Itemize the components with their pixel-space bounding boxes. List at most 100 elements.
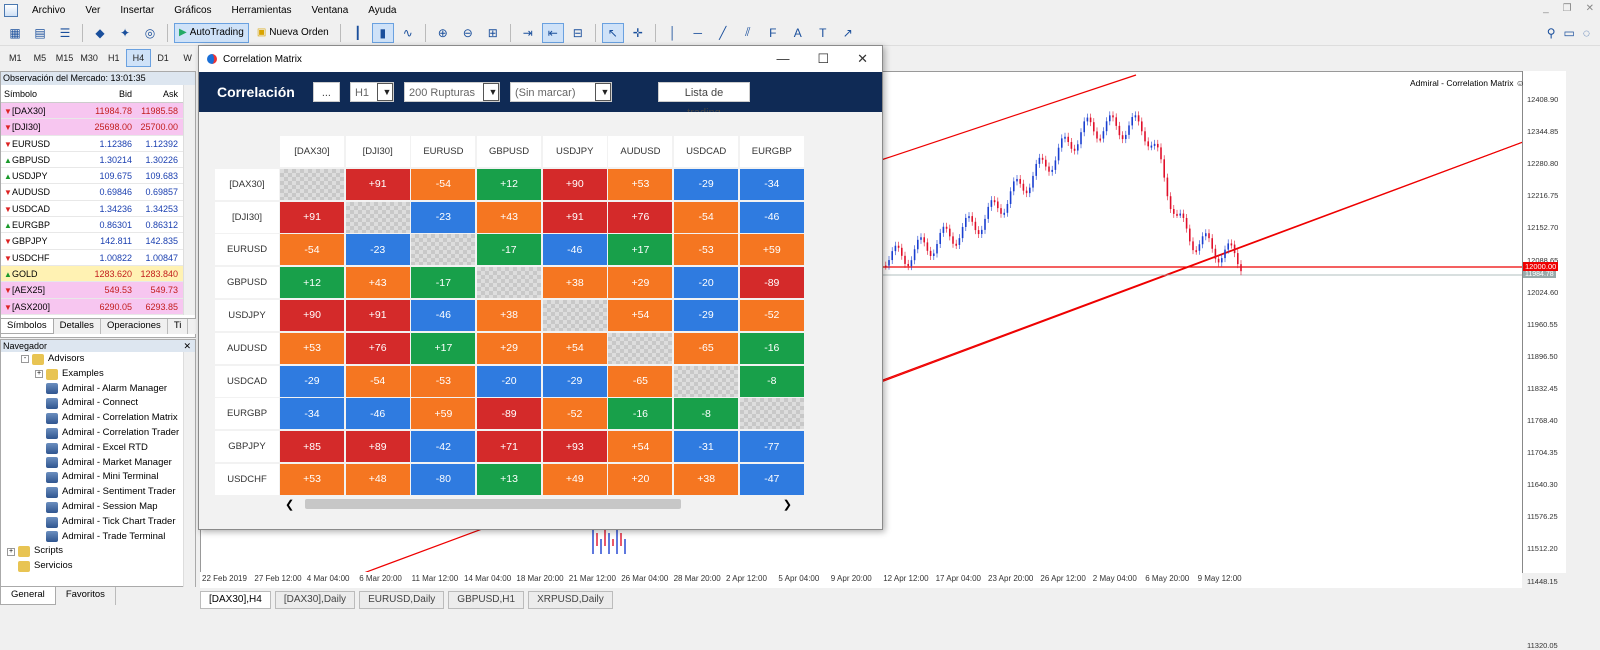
more-options-button[interactable]: ... bbox=[312, 82, 340, 102]
market-watch-row[interactable]: ▼EURUSD 1.12386 1.12392 bbox=[1, 136, 195, 152]
correlation-cell[interactable]: -29 bbox=[674, 168, 739, 200]
correlation-cell[interactable]: -29 bbox=[674, 299, 739, 331]
correlation-cell[interactable]: +91 bbox=[345, 299, 410, 331]
market-watch-row[interactable]: ▲GOLD 1283.620 1283.840 bbox=[1, 265, 195, 283]
market-watch-row[interactable]: ▼USDCHF 1.00822 1.00847 bbox=[1, 250, 195, 266]
correlation-cell[interactable]: +54 bbox=[608, 431, 673, 463]
tab-1[interactable]: Detalles bbox=[54, 319, 101, 334]
correlation-cell[interactable]: -54 bbox=[280, 234, 344, 266]
community-icon[interactable]: ◌ bbox=[1583, 26, 1590, 40]
timeframe-m30[interactable]: M30 bbox=[77, 49, 102, 67]
correlation-cell[interactable]: +91 bbox=[542, 201, 607, 233]
timeframe-m15[interactable]: M15 bbox=[52, 49, 77, 67]
autotrading-button[interactable]: ▶ AutoTrading bbox=[174, 22, 249, 43]
correlation-cell[interactable]: +38 bbox=[542, 267, 607, 299]
correlation-cell[interactable]: -20 bbox=[477, 365, 542, 397]
correlation-cell[interactable]: -52 bbox=[542, 398, 607, 430]
correlation-cell[interactable]: +91 bbox=[345, 168, 410, 200]
correlation-cell[interactable]: +13 bbox=[477, 463, 542, 495]
market-watch-row[interactable]: ▼AUDUSD 0.69846 0.69857 bbox=[1, 184, 195, 201]
text-icon[interactable]: A bbox=[787, 23, 809, 43]
correlation-cell[interactable]: -65 bbox=[608, 365, 673, 397]
correlation-cell[interactable]: +53 bbox=[280, 463, 344, 495]
new-order-button[interactable]: ▣ Nueva Orden bbox=[252, 23, 334, 43]
correlation-cell[interactable]: -53 bbox=[674, 234, 739, 266]
correlation-cell[interactable]: -54 bbox=[674, 201, 739, 233]
correlation-cell[interactable]: +76 bbox=[608, 201, 673, 233]
candlestick-icon[interactable]: ▮ bbox=[371, 22, 394, 43]
market-watch-row[interactable]: ▲EURGBP 0.86301 0.86312 bbox=[1, 217, 195, 234]
tab-0[interactable]: General bbox=[0, 587, 56, 605]
navigator-item[interactable]: Admiral - Sentiment Trader bbox=[1, 485, 195, 500]
menu-item-0[interactable]: Archivo bbox=[22, 5, 75, 16]
chart-shift-icon[interactable]: ⇤ bbox=[541, 22, 564, 43]
correlation-cell[interactable]: -89 bbox=[477, 398, 542, 430]
fibonacci-icon[interactable]: F bbox=[762, 23, 784, 43]
ask-column-header[interactable]: Ask bbox=[135, 85, 181, 102]
tab-3[interactable]: Ti bbox=[168, 319, 189, 334]
minimize-icon[interactable]: _ bbox=[1543, 3, 1549, 14]
correlation-cell[interactable]: +76 bbox=[345, 332, 410, 364]
trading-list-button[interactable]: Lista de trading bbox=[657, 82, 750, 119]
timeframe-d1[interactable]: D1 bbox=[151, 49, 176, 67]
correlation-cell[interactable]: +29 bbox=[608, 267, 673, 299]
correlation-cell[interactable]: -46 bbox=[411, 299, 476, 331]
chart-tab[interactable]: [DAX30],Daily bbox=[274, 591, 356, 609]
correlation-cell[interactable]: +90 bbox=[542, 168, 607, 200]
channel-icon[interactable]: ⫽ bbox=[737, 23, 759, 43]
menu-item-2[interactable]: Insertar bbox=[110, 5, 164, 16]
correlation-cell[interactable]: +54 bbox=[608, 299, 673, 331]
navigator-item[interactable]: Admiral - Mini Terminal bbox=[1, 470, 195, 485]
market-watch-row[interactable]: ▲USDJPY 109.675 109.683 bbox=[1, 168, 195, 185]
navigator-item[interactable]: Admiral - Excel RTD bbox=[1, 441, 195, 456]
close-icon[interactable]: ✕ bbox=[857, 51, 868, 67]
data-window-icon[interactable]: ◆ bbox=[89, 23, 111, 43]
matrix-horizontal-scrollbar[interactable]: ❮ ❯ bbox=[279, 497, 804, 511]
navigator-item[interactable]: Admiral - Market Manager bbox=[1, 456, 195, 471]
correlation-cell[interactable]: -31 bbox=[674, 431, 739, 463]
correlation-cell[interactable]: -23 bbox=[411, 201, 476, 233]
menu-item-3[interactable]: Gráficos bbox=[164, 5, 221, 16]
correlation-cell[interactable]: +54 bbox=[542, 332, 607, 364]
correlation-cell[interactable]: +85 bbox=[280, 431, 344, 463]
correlation-cell[interactable]: -20 bbox=[674, 267, 739, 299]
correlation-cell[interactable]: -16 bbox=[739, 332, 804, 364]
navigator-item[interactable]: Admiral - Trade Terminal bbox=[1, 530, 195, 545]
zoom-out-icon[interactable]: ⊖ bbox=[457, 23, 479, 43]
scroll-left-icon[interactable]: ❮ bbox=[285, 498, 294, 511]
chart-tab[interactable]: GBPUSD,H1 bbox=[448, 591, 525, 609]
correlation-cell[interactable]: -80 bbox=[411, 463, 476, 495]
mark-select[interactable]: (Sin marcar) ▼ bbox=[509, 82, 612, 102]
menu-item-4[interactable]: Herramientas bbox=[222, 5, 302, 16]
chart-tab[interactable]: XRPUSD,Daily bbox=[528, 591, 613, 609]
market-watch-row[interactable]: ▼[ASX200] 6290.05 6293.85 bbox=[1, 298, 195, 315]
bar-chart-icon[interactable]: ┃ bbox=[347, 23, 369, 43]
correlation-cell[interactable]: +93 bbox=[542, 431, 607, 463]
chart-tab[interactable]: EURUSD,Daily bbox=[359, 591, 445, 609]
symbol-column-header[interactable]: Símbolo bbox=[1, 85, 89, 102]
cursor-icon[interactable]: ↖ bbox=[601, 22, 624, 43]
market-watch-row[interactable]: ▼[AEX25] 549.53 549.73 bbox=[1, 282, 195, 299]
correlation-cell[interactable]: +38 bbox=[477, 299, 542, 331]
correlation-cell[interactable]: -65 bbox=[674, 332, 739, 364]
timeframe-h4[interactable]: H4 bbox=[126, 49, 151, 67]
correlation-cell[interactable]: -53 bbox=[411, 365, 476, 397]
collapse-icon[interactable]: - bbox=[21, 355, 29, 364]
navigator-item[interactable]: - Advisors bbox=[1, 352, 195, 367]
timeframe-m5[interactable]: M5 bbox=[28, 49, 53, 67]
menu-item-1[interactable]: Ver bbox=[75, 5, 110, 16]
correlation-cell[interactable]: -8 bbox=[739, 365, 804, 397]
correlation-cell[interactable]: +89 bbox=[345, 431, 410, 463]
close-icon[interactable]: ✕ bbox=[1586, 3, 1594, 14]
timeframe-m1[interactable]: M1 bbox=[3, 49, 28, 67]
correlation-cell[interactable]: +90 bbox=[280, 299, 344, 331]
indicators-icon[interactable]: ⊟ bbox=[567, 23, 589, 43]
navigator-item[interactable]: Admiral - Session Map bbox=[1, 500, 195, 515]
correlation-cell[interactable]: +71 bbox=[477, 431, 542, 463]
market-watch-row[interactable]: ▼[DAX30] 11984.78 11985.58 bbox=[1, 103, 195, 120]
navigator-item[interactable]: Admiral - Correlation Trader bbox=[1, 426, 195, 441]
correlation-cell[interactable]: +91 bbox=[280, 201, 344, 233]
correlation-cell[interactable]: +29 bbox=[477, 332, 542, 364]
zoom-in-icon[interactable]: ⊕ bbox=[432, 23, 454, 43]
profiles-icon[interactable]: ▤ bbox=[29, 23, 51, 43]
